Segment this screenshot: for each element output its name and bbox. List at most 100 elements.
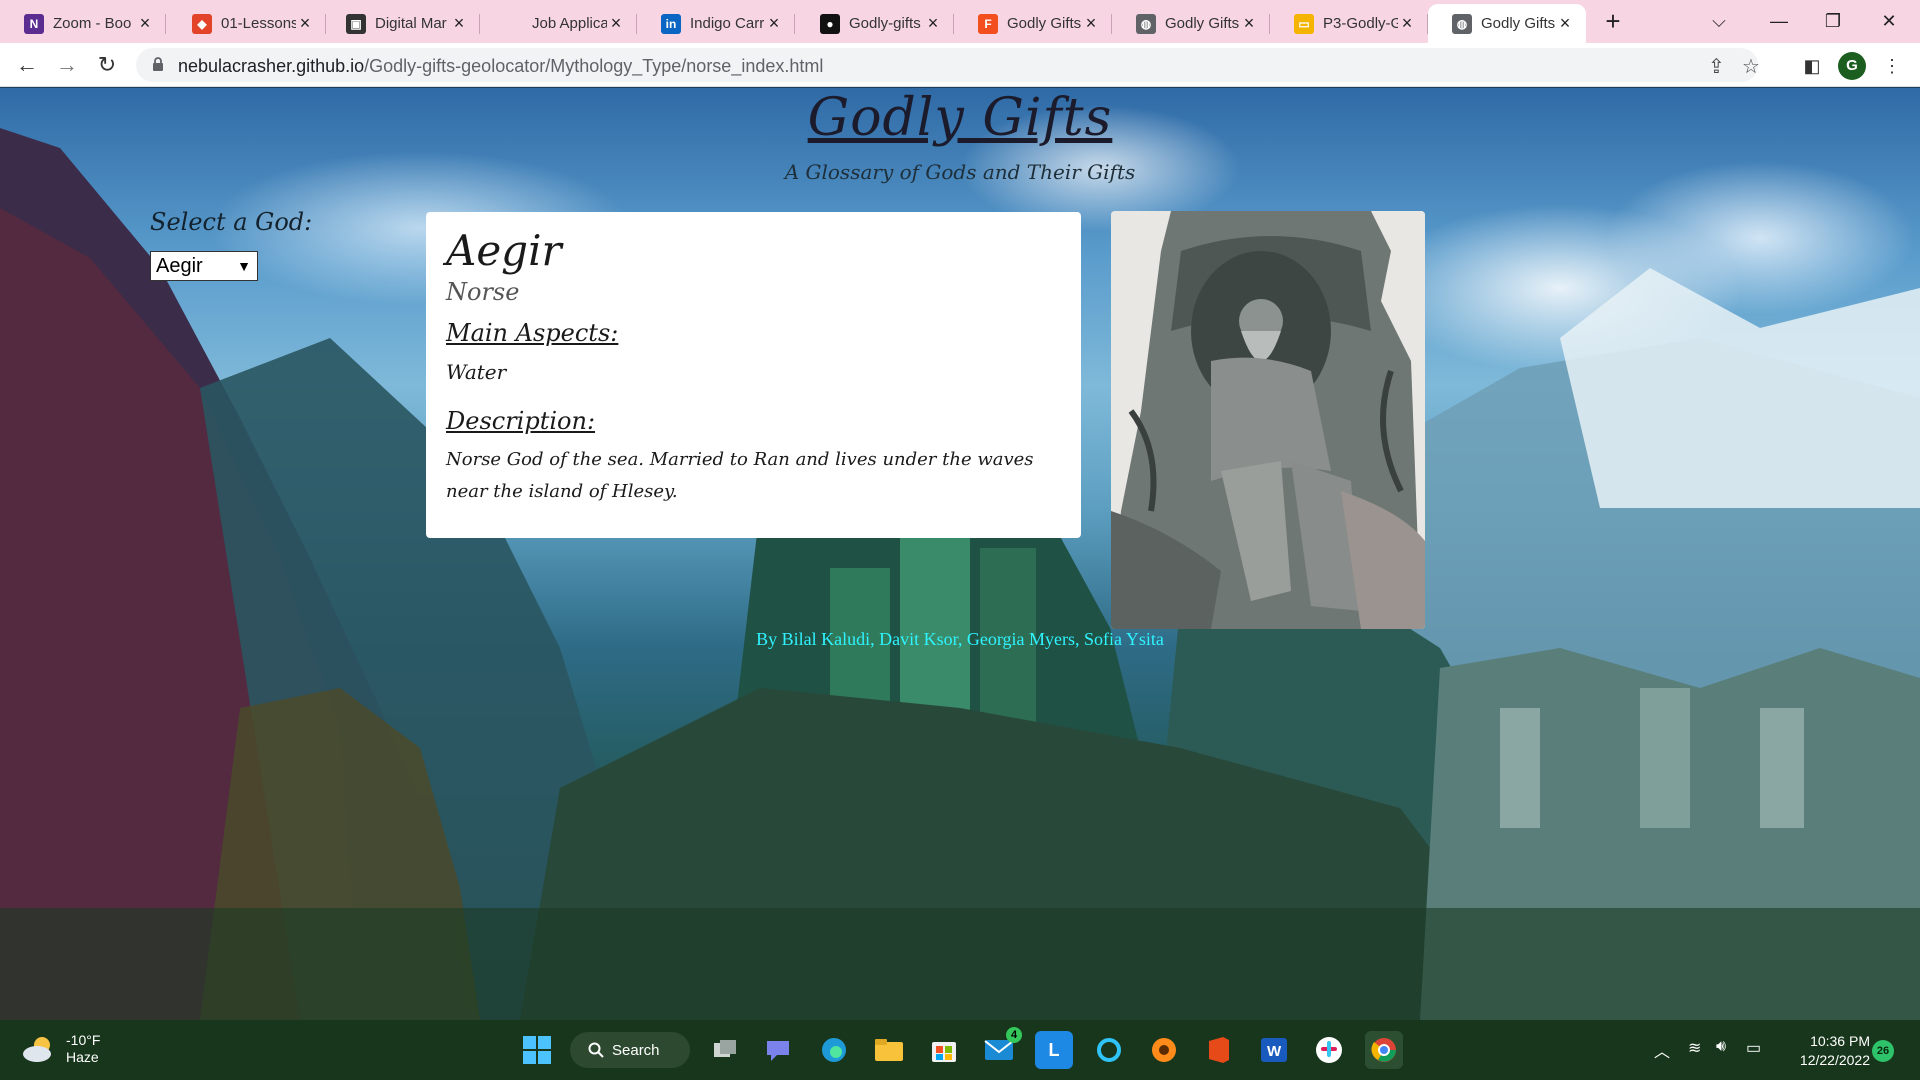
volume-icon[interactable]: 🔊︎ (1716, 1038, 1726, 1056)
url-text: nebulacrasher.github.io/Godly-gifts-geol… (178, 56, 824, 76)
gitlab-icon: ◆ (192, 13, 212, 34)
lock-icon (153, 57, 163, 71)
browser-tab[interactable]: ▣ Digital Mar × (322, 4, 480, 43)
office-icon[interactable] (1200, 1031, 1238, 1069)
new-tab-button[interactable]: + (1597, 6, 1629, 38)
minimize-button[interactable]: — (1756, 6, 1802, 36)
site-subtitle: A Glossary of Gods and Their Gifts (784, 160, 1136, 184)
tab-close-icon[interactable]: × (924, 13, 942, 34)
file-explorer-icon[interactable] (870, 1031, 908, 1069)
word-icon[interactable]: W (1255, 1031, 1293, 1069)
chrome-icon[interactable] (1365, 1031, 1403, 1069)
site-title[interactable]: Godly Gifts (0, 88, 1920, 148)
ebook-icon: ▣ (346, 13, 366, 34)
tab-title: P3-Godly-G (1323, 15, 1398, 32)
tab-title: Godly-gifts (849, 15, 921, 32)
teams-chat-icon[interactable] (760, 1031, 798, 1069)
god-info-card: Aegir Norse Main Aspects: Water Descript… (426, 212, 1081, 538)
clock-time: 10:36 PM (1810, 1033, 1870, 1049)
tab-title: Job Applica (532, 15, 607, 32)
system-clock[interactable]: 10:36 PM 12/22/2022 (1786, 1032, 1870, 1070)
share-icon[interactable]: ⇪ (1708, 54, 1725, 79)
task-view-icon[interactable] (706, 1031, 744, 1069)
tab-title: Godly Gifts (1007, 15, 1082, 32)
tab-close-icon[interactable]: × (607, 13, 625, 34)
address-bar[interactable]: nebulacrasher.github.io/Godly-gifts-geol… (136, 48, 1760, 82)
notification-count-badge[interactable]: 26 (1872, 1040, 1894, 1062)
god-name: Aegir (446, 226, 562, 275)
aspects-heading: Main Aspects: (446, 319, 619, 347)
tab-title: Godly Gifts (1165, 15, 1240, 32)
tab-close-icon[interactable]: × (1398, 13, 1416, 34)
selected-god-value: Aegir (156, 255, 203, 277)
browser-tab[interactable]: F Godly Gifts × (954, 4, 1112, 43)
figma-icon: F (978, 13, 998, 34)
browser-tab[interactable]: ◍ Godly Gifts × (1428, 4, 1586, 43)
credits-text: By Bilal Kaludi, Davit Ksor, Georgia Mye… (756, 629, 1164, 649)
microsoft-store-icon[interactable] (925, 1031, 963, 1069)
tab-title: Indigo Carr (690, 15, 765, 32)
page-viewport: Godly Gifts A Glossary of Gods and Their… (0, 88, 1920, 1020)
taskbar-search[interactable]: Search (570, 1032, 690, 1068)
weather-desc: Haze (66, 1049, 99, 1065)
browser-tab[interactable]: ◍ Godly Gifts × (1112, 4, 1270, 43)
tab-close-icon[interactable]: × (1556, 13, 1574, 34)
battery-icon[interactable]: ▭ (1746, 1038, 1761, 1058)
search-label: Search (612, 1041, 660, 1059)
tab-strip: N Zoom - Boo × ◆ 01-Lessons × ▣ Digital Mar × Job… (0, 0, 1920, 43)
blank-favicon-icon (503, 14, 523, 34)
edge-icon[interactable] (815, 1031, 853, 1069)
browser-tab[interactable]: ● Godly-gifts × (796, 4, 954, 43)
chevron-down-icon: ▼ (237, 258, 251, 274)
browser-tab[interactable]: Job Applica × (479, 4, 637, 43)
select-god-label: Select a God: (150, 208, 313, 236)
clock-date: 12/22/2022 (1799, 1052, 1870, 1068)
browser-tab[interactable]: ◆ 01-Lessons × (168, 4, 326, 43)
tab-close-icon[interactable]: × (765, 13, 783, 34)
search-icon (588, 1042, 604, 1058)
profile-avatar[interactable]: G (1838, 52, 1866, 80)
menu-kebab-icon[interactable]: ⋮ (1878, 52, 1906, 80)
tab-close-icon[interactable]: × (136, 13, 154, 34)
close-window-button[interactable]: ✕ (1866, 6, 1912, 36)
reload-icon[interactable]: ↻ (92, 50, 122, 80)
tab-title: Zoom - Boo (53, 15, 132, 32)
mail-icon[interactable]: 4 (980, 1027, 1022, 1069)
mail-badge: 4 (1006, 1027, 1022, 1043)
svg-text:W: W (1267, 1043, 1282, 1060)
weather-cloud-icon (23, 1037, 51, 1062)
tab-title: Godly Gifts (1481, 15, 1556, 32)
weather-widget[interactable]: -10°F Haze (22, 1032, 100, 1066)
cortana-ring-icon[interactable] (1090, 1031, 1128, 1069)
tab-search-chevron-icon[interactable]: ⌵ (1696, 6, 1742, 36)
github-icon: ● (820, 13, 840, 34)
tab-close-icon[interactable]: × (1082, 13, 1100, 34)
tab-close-icon[interactable]: × (296, 13, 314, 34)
linkedin-icon: in (661, 13, 681, 34)
app-orange-icon[interactable] (1145, 1031, 1183, 1069)
slack-icon[interactable] (1310, 1031, 1348, 1069)
weather-temp: -10°F (66, 1032, 101, 1048)
back-arrow-icon[interactable]: ← (12, 50, 42, 80)
tab-title: 01-Lessons (221, 15, 296, 32)
browser-tab[interactable]: ▭ P3-Godly-G × (1270, 4, 1428, 43)
description-heading: Description: (446, 407, 596, 435)
tab-close-icon[interactable]: × (450, 13, 468, 34)
globe-icon: ◍ (1452, 13, 1472, 34)
forward-arrow-icon[interactable]: → (52, 50, 82, 80)
browser-tab[interactable]: N Zoom - Boo × (0, 4, 166, 43)
browser-tab[interactable]: in Indigo Carr × (637, 4, 795, 43)
tab-close-icon[interactable]: × (1240, 13, 1258, 34)
onenote-icon: N (24, 13, 44, 34)
windows-start-icon[interactable] (518, 1031, 556, 1069)
god-select-dropdown[interactable]: Aegir ▼ (150, 251, 258, 281)
tray-overflow-chevron-icon[interactable]: ︿ (1654, 1038, 1670, 1062)
app-l-icon[interactable]: L (1035, 1031, 1073, 1069)
side-panel-icon[interactable]: ◧ (1798, 52, 1826, 80)
tab-title: Digital Mar (375, 15, 447, 32)
bookmark-star-icon[interactable]: ☆ (1742, 54, 1760, 79)
taskbar: -10°F Haze Search 4 L W ︿ ≋ 🔊︎ ▭ 10:36 P… (0, 1020, 1920, 1080)
restore-button[interactable]: ❐ (1810, 6, 1856, 36)
wifi-icon[interactable]: ≋ (1688, 1038, 1701, 1058)
aspects-value: Water (446, 360, 507, 384)
